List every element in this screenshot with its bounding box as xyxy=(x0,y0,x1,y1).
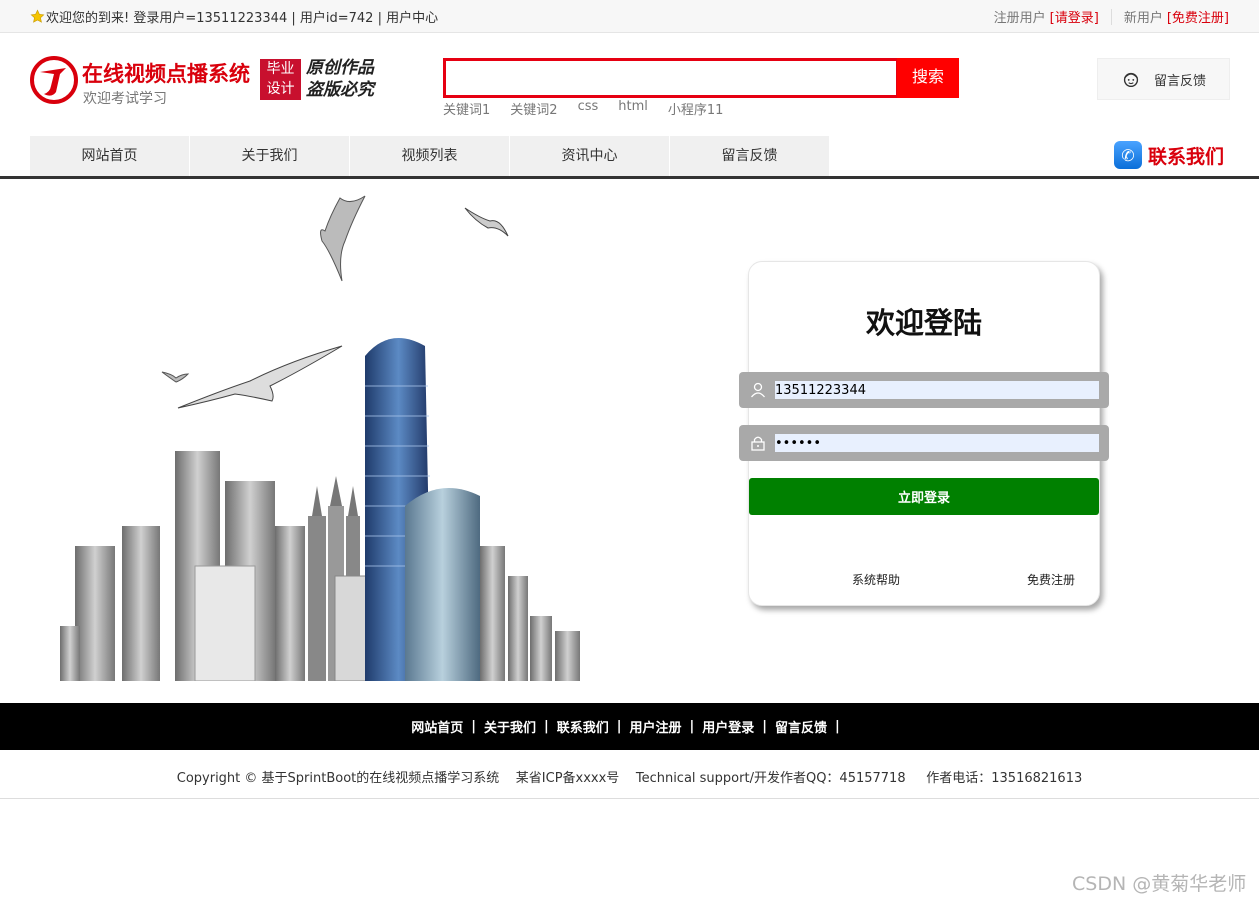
keyword-link[interactable]: html xyxy=(618,99,648,118)
username-field xyxy=(739,372,1109,408)
seagull xyxy=(161,371,190,383)
logo-icon xyxy=(30,56,78,104)
footer-separator: | xyxy=(616,719,622,734)
motto-line-1: 原创作品 xyxy=(306,58,374,78)
register-user-label: 注册用户 xyxy=(993,11,1046,26)
contact-us[interactable]: ✆ 联系我们 xyxy=(1114,141,1224,169)
customer-service-icon xyxy=(1123,72,1139,88)
footer-link-contact[interactable]: 联系我们 xyxy=(557,717,609,736)
footer-separator: | xyxy=(689,719,695,734)
nav-item-home[interactable]: 网站首页 xyxy=(30,136,190,176)
login-card: 欢迎登陆 立即登录 系统帮助 免费注册 xyxy=(739,261,1109,606)
help-link[interactable]: 系统帮助 xyxy=(852,571,900,588)
site-title: 在线视频点播系统 xyxy=(82,62,250,86)
seagull xyxy=(464,207,509,237)
phone-icon: ✆ xyxy=(1114,141,1142,169)
footer-divider xyxy=(0,798,1259,799)
graduation-badge: 毕业 设计 xyxy=(260,59,301,100)
watermark: CSDN @黄菊华老师 xyxy=(1072,873,1247,895)
footer-separator: | xyxy=(543,719,549,734)
seagull xyxy=(320,195,366,282)
nav-item-about[interactable]: 关于我们 xyxy=(190,136,350,176)
badge-line-2: 设计 xyxy=(266,81,295,97)
nav-item-news[interactable]: 资讯中心 xyxy=(510,136,670,176)
divider xyxy=(1110,8,1112,25)
star-icon xyxy=(30,9,45,23)
contact-us-label: 联系我们 xyxy=(1148,145,1225,168)
new-user-label: 新用户 xyxy=(1123,11,1163,26)
city-skyline-illustration xyxy=(60,195,580,681)
welcome-text: 欢迎您的到来! 登录用户=13511223344 | 用户id=742 | 用户… xyxy=(46,11,439,26)
feedback-button[interactable]: 留言反馈 xyxy=(1097,58,1230,100)
search-input[interactable] xyxy=(443,58,899,98)
motto-line-2: 盗版必究 xyxy=(306,80,374,100)
footer-link-feedback[interactable]: 留言反馈 xyxy=(775,717,827,736)
footer-link-home[interactable]: 网站首页 xyxy=(411,717,463,736)
badge-line-1: 毕业 xyxy=(266,61,295,77)
keyword-link[interactable]: 关键词1 xyxy=(443,99,490,118)
footer-nav: 网站首页 | 关于我们 | 联系我们 | 用户注册 | 用户登录 | 留言反馈 | xyxy=(0,703,1259,750)
footer-separator: | xyxy=(835,719,840,734)
keyword-link[interactable]: css xyxy=(578,99,599,118)
free-register-link[interactable]: [免费注册] xyxy=(1167,7,1229,26)
copyright-text: Copyright © 基于SprintBoot的在线视频点播学习系统 某省IC… xyxy=(176,771,1083,786)
password-field xyxy=(739,425,1109,461)
hot-keywords: 关键词1 关键词2 css html 小程序11 xyxy=(443,99,723,118)
feedback-label: 留言反馈 xyxy=(1154,73,1207,89)
keyword-link[interactable]: 关键词2 xyxy=(510,99,557,118)
nav-item-videos[interactable]: 视频列表 xyxy=(350,136,510,176)
top-bar: 欢迎您的到来! 登录用户=13511223344 | 用户id=742 | 用户… xyxy=(0,0,1259,33)
lock-icon xyxy=(751,436,765,451)
password-input[interactable] xyxy=(775,434,1099,452)
footer-link-about[interactable]: 关于我们 xyxy=(484,717,536,736)
keyword-link[interactable]: 小程序11 xyxy=(668,99,724,118)
motto: 原创作品 盗版必究 xyxy=(306,57,374,101)
nav-divider xyxy=(0,176,1259,179)
account-links: 注册用户 [请登录] 新用户 [免费注册] xyxy=(994,7,1229,26)
footer-link-register[interactable]: 用户注册 xyxy=(630,717,682,736)
login-button[interactable]: 立即登录 xyxy=(749,478,1099,515)
site-subtitle: 欢迎考试学习 xyxy=(83,91,167,107)
user-icon xyxy=(750,382,766,398)
footer-separator: | xyxy=(762,719,768,734)
footer-link-login[interactable]: 用户登录 xyxy=(702,717,754,736)
username-input[interactable] xyxy=(775,381,1099,399)
main-nav: 网站首页 关于我们 视频列表 资讯中心 留言反馈 xyxy=(30,136,830,176)
register-link[interactable]: 免费注册 xyxy=(1027,571,1075,588)
seagull xyxy=(177,345,343,409)
login-title: 欢迎登陆 xyxy=(865,306,982,340)
welcome-area: 欢迎您的到来! 登录用户=13511223344 | 用户id=742 | 用户… xyxy=(30,7,438,26)
nav-item-feedback[interactable]: 留言反馈 xyxy=(670,136,830,176)
search-button[interactable]: 搜索 xyxy=(897,58,959,98)
footer-separator: | xyxy=(471,719,476,734)
login-link[interactable]: [请登录] xyxy=(1050,7,1099,26)
